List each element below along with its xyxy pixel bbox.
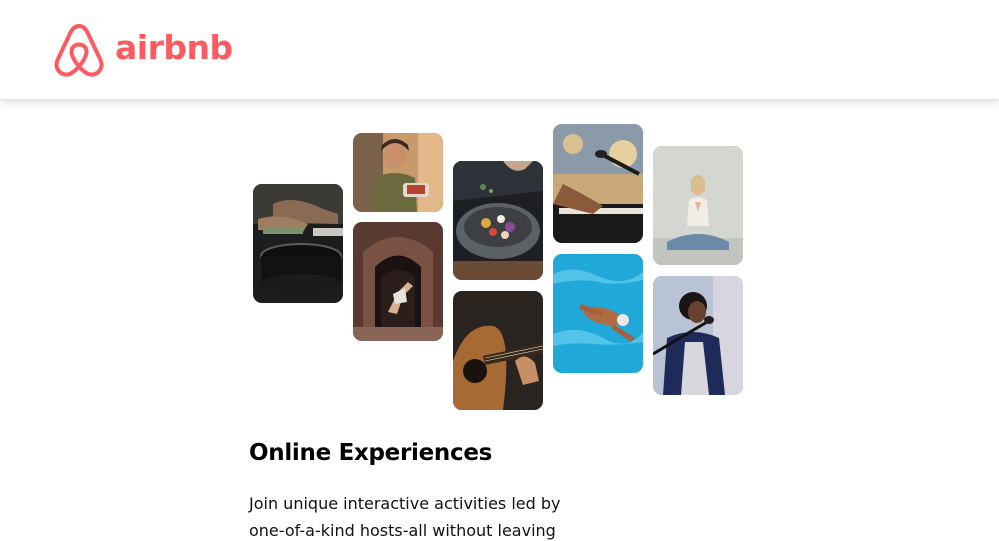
photo-dancer-in-doorway (353, 222, 443, 341)
main-content: Online Experiences Join unique interacti… (249, 436, 769, 541)
page-description: Join unique interactive activities led b… (249, 494, 561, 540)
photo-singer-with-microphone (653, 276, 743, 395)
brand-wordmark: airbnb (115, 28, 233, 67)
photo-cooking-class (253, 184, 343, 303)
photo-piano-and-microphone (553, 124, 643, 243)
photo-yoga-meditation (653, 146, 743, 265)
photo-acoustic-guitar (453, 291, 543, 410)
airbnb-belo-icon (54, 24, 104, 77)
photo-woman-holding-dish (353, 133, 443, 212)
page-title: Online Experiences (249, 440, 493, 466)
photo-food-bowl (453, 161, 543, 280)
navbar: airbnb (0, 0, 999, 100)
photo-swimmer-in-pool (553, 254, 643, 373)
airbnb-logo-link[interactable]: airbnb (53, 22, 233, 78)
